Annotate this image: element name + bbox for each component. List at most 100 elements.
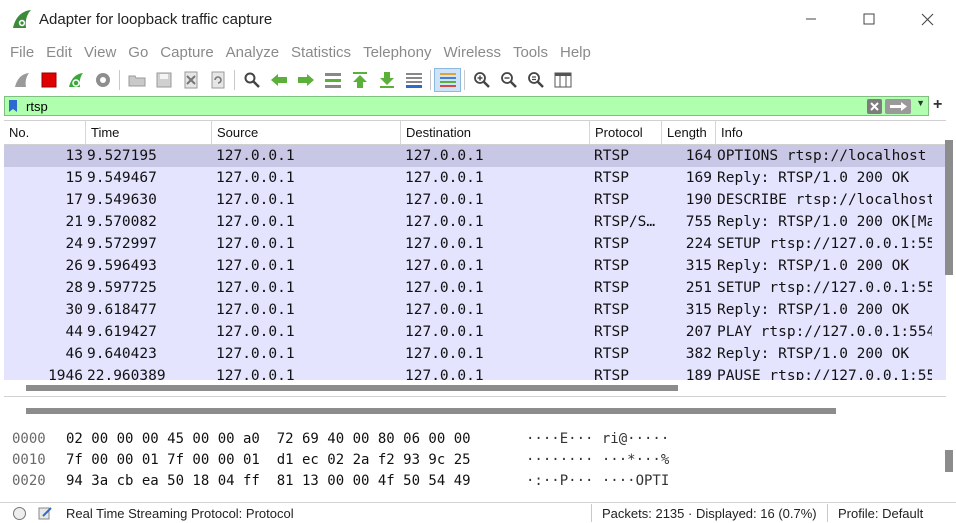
packet-length: 315: [685, 258, 712, 274]
go-forward-icon[interactable]: [292, 68, 319, 92]
packet-row[interactable]: 1946 22.960389 127.0.0.1 127.0.0.1 RTSP 189 PA…: [4, 365, 946, 380]
packet-row[interactable]: 13 9.527195 127.0.0.1 127.0.0.1 RTSP 164 OPTIO…: [4, 145, 946, 167]
minimize-icon[interactable]: [782, 0, 840, 38]
menu-statistics[interactable]: Statistics: [285, 44, 357, 61]
packet-source: 127.0.0.1: [216, 214, 295, 230]
title-bar: Adapter for loopback traffic capture: [0, 0, 956, 38]
packet-row[interactable]: 21 9.570082 127.0.0.1 127.0.0.1 RTSP/S… 755 Re…: [4, 211, 946, 233]
find-packet-icon[interactable]: [238, 68, 265, 92]
packet-row[interactable]: 30 9.618477 127.0.0.1 127.0.0.1 RTSP 315 Reply…: [4, 299, 946, 321]
menu-view[interactable]: View: [78, 44, 122, 61]
start-capture-icon[interactable]: [8, 68, 35, 92]
display-filter-input[interactable]: [26, 97, 846, 115]
resize-columns-icon[interactable]: [549, 68, 576, 92]
packet-info: Reply: RTSP/1.0 200 OK[Ma: [717, 214, 932, 230]
bytes-offset: 0010: [12, 452, 46, 468]
packet-protocol: RTSP: [594, 368, 629, 380]
packet-protocol: RTSP: [594, 170, 629, 186]
packet-protocol: RTSP: [594, 258, 629, 274]
toolbar-separator: [119, 70, 120, 90]
filter-bookmark-icon[interactable]: [8, 99, 18, 113]
packet-row[interactable]: 15 9.549467 127.0.0.1 127.0.0.1 RTSP 169 Reply…: [4, 167, 946, 189]
packet-info: OPTIONS rtsp://localhost: [717, 148, 927, 164]
capture-options-icon[interactable]: [89, 68, 116, 92]
packet-no: 15: [65, 170, 83, 186]
menu-wireless[interactable]: Wireless: [437, 44, 507, 61]
colorize-icon[interactable]: [434, 68, 461, 92]
clear-filter-icon[interactable]: [867, 99, 882, 114]
column-header-no[interactable]: No.: [4, 121, 86, 144]
add-filter-button-icon[interactable]: +: [933, 96, 942, 114]
packet-protocol: RTSP: [594, 148, 629, 164]
menu-go[interactable]: Go: [122, 44, 154, 61]
display-filter-bar: ▼: [4, 96, 929, 116]
menu-file[interactable]: File: [4, 44, 40, 61]
bytes-hex: 94 3a cb ea 50 18 04 ff 81 13 00 00 4f 5…: [66, 473, 471, 489]
packet-protocol: RTSP: [594, 280, 629, 296]
packet-info: Reply: RTSP/1.0 200 OK: [717, 302, 910, 318]
apply-filter-icon[interactable]: [885, 99, 911, 114]
close-file-icon[interactable]: [177, 68, 204, 92]
close-icon[interactable]: [898, 0, 956, 38]
packet-row[interactable]: 46 9.640423 127.0.0.1 127.0.0.1 RTSP 382 Reply…: [4, 343, 946, 365]
packet-row[interactable]: 28 9.597725 127.0.0.1 127.0.0.1 RTSP 251 SETUP…: [4, 277, 946, 299]
last-packet-icon[interactable]: [373, 68, 400, 92]
packet-info: DESCRIBE rtsp://localhost: [717, 192, 932, 208]
packet-row[interactable]: 17 9.549630 127.0.0.1 127.0.0.1 RTSP 190 DESCR…: [4, 189, 946, 211]
zoom-out-icon[interactable]: [495, 68, 522, 92]
menu-edit[interactable]: Edit: [40, 44, 78, 61]
packet-details-horizontal-scrollbar[interactable]: [26, 408, 836, 414]
packet-time: 9.619427: [87, 324, 157, 340]
column-header-length[interactable]: Length: [662, 121, 716, 144]
packet-source: 127.0.0.1: [216, 148, 295, 164]
open-file-icon[interactable]: [123, 68, 150, 92]
reload-file-icon[interactable]: [204, 68, 231, 92]
packet-list-horizontal-scrollbar[interactable]: [26, 385, 678, 391]
zoom-in-icon[interactable]: [468, 68, 495, 92]
column-header-protocol[interactable]: Protocol: [590, 121, 662, 144]
packet-time: 22.960389: [87, 368, 166, 380]
maximize-icon[interactable]: [840, 0, 898, 38]
packet-length: 382: [685, 346, 712, 362]
column-header-destination[interactable]: Destination: [401, 121, 590, 144]
expert-info-led-icon[interactable]: [13, 506, 26, 520]
filter-history-dropdown-icon[interactable]: ▼: [916, 98, 925, 108]
first-packet-icon[interactable]: [346, 68, 373, 92]
toolbar-separator: [430, 70, 431, 90]
packet-list-vertical-scrollbar[interactable]: [945, 140, 953, 275]
bytes-ascii: ·:··P··· ····OPTI: [526, 473, 670, 489]
restart-capture-icon[interactable]: [62, 68, 89, 92]
packet-no: 1946: [48, 368, 83, 380]
normal-size-icon[interactable]: [522, 68, 549, 92]
bytes-vertical-scrollbar[interactable]: [945, 450, 953, 472]
packet-row[interactable]: 26 9.596493 127.0.0.1 127.0.0.1 RTSP 315 Reply…: [4, 255, 946, 277]
go-to-packet-icon[interactable]: [319, 68, 346, 92]
packet-row[interactable]: 24 9.572997 127.0.0.1 127.0.0.1 RTSP 224 SETUP…: [4, 233, 946, 255]
packet-info: Reply: RTSP/1.0 200 OK: [717, 346, 910, 362]
autoscroll-icon[interactable]: [400, 68, 427, 92]
packet-destination: 127.0.0.1: [405, 302, 484, 318]
bytes-row[interactable]: 0020 94 3a cb ea 50 18 04 ff 81 13 00 00…: [4, 471, 946, 491]
column-header-source[interactable]: Source: [212, 121, 401, 144]
packet-row[interactable]: 44 9.619427 127.0.0.1 127.0.0.1 RTSP 207 PLAY …: [4, 321, 946, 343]
status-profile[interactable]: Profile: Default: [828, 506, 923, 521]
window-controls: [782, 0, 956, 38]
packet-destination: 127.0.0.1: [405, 170, 484, 186]
menu-tools[interactable]: Tools: [507, 44, 554, 61]
menu-help[interactable]: Help: [554, 44, 597, 61]
capture-comment-pencil-icon[interactable]: [38, 506, 52, 520]
column-header-time[interactable]: Time: [86, 121, 212, 144]
packet-no: 13: [65, 148, 83, 164]
menu-capture[interactable]: Capture: [154, 44, 219, 61]
menu-analyze[interactable]: Analyze: [220, 44, 285, 61]
save-file-icon[interactable]: [150, 68, 177, 92]
column-header-info[interactable]: Info: [716, 121, 944, 144]
bytes-hex: 02 00 00 00 45 00 00 a0 72 69 40 00 80 0…: [66, 431, 471, 447]
status-packet-counts: Packets: 2135 · Displayed: 16 (0.7%): [602, 505, 817, 521]
stop-capture-icon[interactable]: [35, 68, 62, 92]
go-back-icon[interactable]: [265, 68, 292, 92]
packet-destination: 127.0.0.1: [405, 258, 484, 274]
bytes-row[interactable]: 0010 7f 00 00 01 7f 00 00 01 d1 ec 02 2a…: [4, 450, 946, 470]
menu-telephony[interactable]: Telephony: [357, 44, 437, 61]
bytes-row[interactable]: 0000 02 00 00 00 45 00 00 a0 72 69 40 00…: [4, 429, 946, 449]
